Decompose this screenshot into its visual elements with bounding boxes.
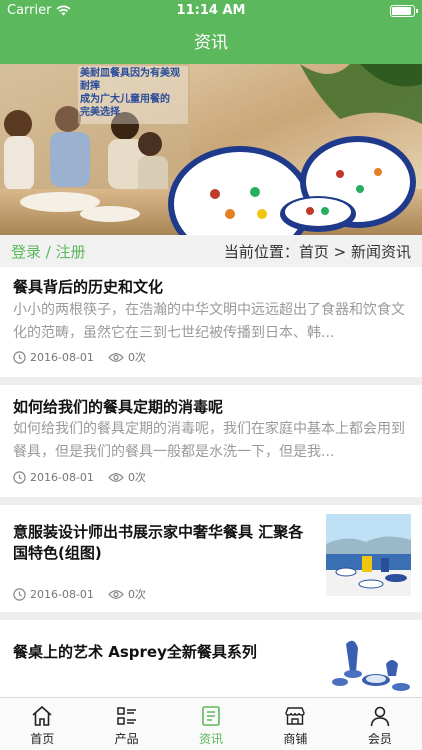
tab-label: 商铺: [283, 732, 308, 746]
article-meta: 2016-08-01 0次: [13, 586, 146, 602]
user-icon: [370, 706, 390, 727]
auth-separator: /: [41, 243, 56, 261]
article-summary: 小小的两根筷子，在浩瀚的中华文明中远远超出了食器和饮食文化的范畴，虽然它在三到七…: [13, 302, 405, 341]
article-date: 2016-08-01: [30, 470, 94, 484]
tab-bar: 首页 产品 资讯 商铺 会员: [0, 697, 422, 750]
article-views: 0次: [127, 351, 146, 364]
eye-icon: [108, 352, 124, 362]
clock: 11:14 AM: [176, 3, 246, 18]
battery-fill: [392, 7, 411, 15]
banner-text-line: 成为广大儿童用餐的: [80, 92, 170, 105]
banner-image[interactable]: 美耐皿餐具因为有美观 耐摔 成为广大儿童用餐的 完美选择: [0, 64, 422, 235]
battery-icon: [390, 5, 418, 17]
tab-label: 首页: [30, 732, 55, 746]
current-location: 当前位置：首页 > 新闻资讯: [223, 243, 411, 261]
tab-label: 会员: [367, 732, 392, 746]
article-title[interactable]: 餐桌上的艺术 Asprey全新餐具系列: [13, 641, 257, 662]
article-meta: 2016-08-01 0次: [13, 469, 146, 485]
tab-member[interactable]: 会员: [338, 698, 422, 750]
store-icon: [285, 707, 306, 725]
article-title[interactable]: 如何给我们的餐具定期的消毒呢: [13, 396, 223, 417]
status-bar: Carrier 11:14 AM: [0, 0, 422, 22]
eye-icon: [108, 589, 124, 599]
home-icon: [32, 705, 52, 726]
banner-text-line: 美耐皿餐具因为有美观: [80, 66, 180, 79]
tab-products[interactable]: 产品: [84, 698, 168, 750]
clock-icon: [13, 470, 26, 484]
tab-home[interactable]: 首页: [0, 698, 84, 750]
article-date: 2016-08-01: [30, 587, 94, 601]
banner-text-line: 耐摔: [80, 79, 100, 92]
article-title[interactable]: 餐具背后的历史和文化: [13, 276, 163, 297]
clock-icon: [13, 587, 26, 601]
article-thumbnail: [326, 632, 411, 697]
tab-news[interactable]: 资讯: [169, 698, 253, 750]
list-icon: [116, 707, 136, 725]
tab-label: 产品: [114, 732, 139, 746]
divider: [0, 497, 422, 505]
article-views: 0次: [127, 471, 146, 484]
article-meta: 2016-08-01 0次: [13, 349, 146, 365]
article-summary: 如何给我们的餐具定期的消毒呢，我们在家庭中基本上都会用到餐具，但是我们的餐具一般…: [13, 421, 405, 460]
tab-label: 资讯: [199, 732, 224, 746]
breadcrumb: 登录 / 注册 当前位置：首页 > 新闻资讯: [0, 235, 422, 267]
divider: [0, 377, 422, 385]
navigation-bar: 资讯: [0, 22, 422, 64]
register-link[interactable]: 注册: [56, 243, 86, 261]
banner-illustration: 美耐皿餐具因为有美观 耐摔 成为广大儿童用餐的 完美选择: [0, 64, 422, 235]
article-date: 2016-08-01: [30, 350, 94, 364]
news-icon: [202, 706, 220, 726]
page-title: 资讯: [194, 33, 228, 53]
eye-icon: [108, 472, 124, 482]
login-link[interactable]: 登录: [11, 243, 41, 261]
article-title[interactable]: 意服装设计师出书展示家中奢华餐具 汇聚各国特色(组图): [13, 522, 313, 564]
article-thumbnail: [326, 514, 411, 596]
tab-store[interactable]: 商铺: [253, 698, 337, 750]
banner-text-line: 完美选择: [80, 105, 121, 118]
article-views: 0次: [127, 588, 146, 601]
divider: [0, 612, 422, 620]
clock-icon: [13, 350, 26, 364]
auth-links: 登录 / 注册: [11, 241, 86, 262]
